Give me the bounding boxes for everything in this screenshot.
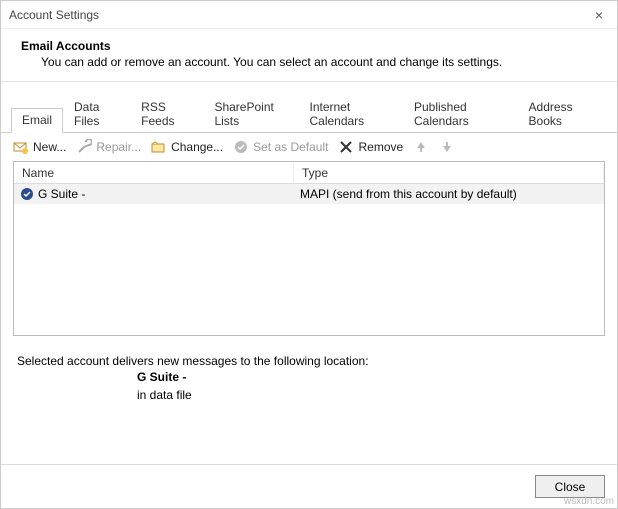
move-down-button (439, 139, 455, 155)
tab-published-calendars[interactable]: Published Calendars (403, 95, 518, 133)
check-circle-icon (233, 139, 249, 155)
set-default-button: Set as Default (233, 139, 328, 155)
change-label: Change... (171, 140, 223, 154)
remove-label: Remove (358, 140, 403, 154)
change-button[interactable]: Change... (151, 139, 223, 155)
row-name-cell: G Suite - (14, 186, 294, 202)
arrow-up-icon (413, 139, 429, 155)
default-check-icon (20, 187, 34, 201)
delivery-intro: Selected account delivers new messages t… (17, 354, 601, 368)
arrow-down-icon (439, 139, 455, 155)
header-block: Email Accounts You can add or remove an … (1, 29, 617, 82)
tab-data-files[interactable]: Data Files (63, 95, 130, 133)
tab-internet-calendars[interactable]: Internet Calendars (298, 95, 403, 133)
repair-button: Repair... (76, 139, 141, 155)
new-button[interactable]: New... (13, 139, 66, 155)
toolbar: New... Repair... Change... Set as Defaul… (1, 133, 617, 161)
section-description: You can add or remove an account. You ca… (21, 55, 597, 69)
delivery-info: Selected account delivers new messages t… (1, 336, 617, 410)
row-type: MAPI (send from this account by default) (300, 187, 517, 201)
bottom-bar: Close (1, 464, 617, 508)
section-title: Email Accounts (21, 39, 597, 53)
wrench-icon (76, 139, 92, 155)
column-type[interactable]: Type (294, 164, 604, 182)
watermark: wsxdn.com (564, 496, 614, 507)
table-body: G Suite - MAPI (send from this account b… (14, 184, 604, 335)
row-type-cell: MAPI (send from this account by default) (294, 186, 604, 202)
tab-email[interactable]: Email (11, 108, 63, 133)
remove-x-icon (338, 139, 354, 155)
tabstrip: Email Data Files RSS Feeds SharePoint Li… (1, 82, 617, 133)
window-title: Account Settings (9, 8, 589, 22)
new-label: New... (33, 140, 66, 154)
accounts-table: Name Type G Suite - MAPI (send from this… (13, 161, 605, 336)
table-row[interactable]: G Suite - MAPI (send from this account b… (14, 184, 604, 204)
tab-address-books[interactable]: Address Books (518, 95, 607, 133)
set-default-label: Set as Default (253, 140, 328, 154)
table-header: Name Type (14, 162, 604, 184)
column-name[interactable]: Name (14, 164, 294, 182)
folder-change-icon (151, 139, 167, 155)
delivery-account: G Suite - (137, 368, 601, 386)
delivery-datafile: in data file (137, 386, 601, 404)
titlebar: Account Settings × (1, 1, 617, 29)
envelope-new-icon (13, 139, 29, 155)
row-name: G Suite - (38, 187, 85, 201)
close-button[interactable]: Close (535, 475, 605, 498)
account-settings-window: Account Settings × Email Accounts You ca… (0, 0, 618, 509)
move-up-button (413, 139, 429, 155)
tab-rss-feeds[interactable]: RSS Feeds (130, 95, 203, 133)
window-close-button[interactable]: × (589, 7, 609, 23)
tab-sharepoint-lists[interactable]: SharePoint Lists (203, 95, 298, 133)
repair-label: Repair... (96, 140, 141, 154)
remove-button[interactable]: Remove (338, 139, 403, 155)
